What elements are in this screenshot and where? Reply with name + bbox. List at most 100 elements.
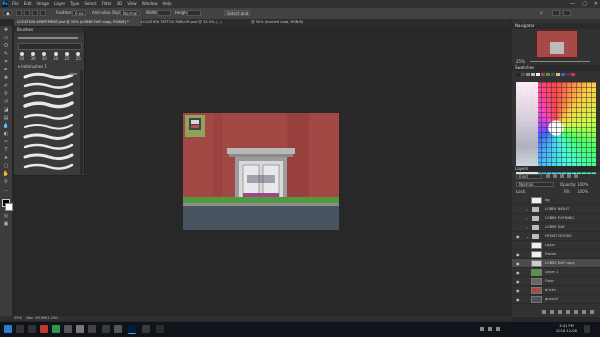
layer-row[interactable]: › LOBBY NIGHT	[512, 205, 600, 214]
share-icon[interactable]	[563, 10, 571, 16]
more-tools-icon[interactable]: …	[2, 187, 10, 194]
history-brush-tool-icon[interactable]: ↺	[2, 99, 10, 106]
quick-select-tool-icon[interactable]: ✎	[2, 51, 10, 58]
photoshop-taskbar-icon[interactable]	[128, 325, 136, 334]
document-canvas[interactable]	[183, 113, 339, 230]
visibility-toggle[interactable]	[516, 243, 521, 247]
menu-edit[interactable]: Edit	[24, 0, 32, 8]
lasso-tool-icon[interactable]: ʘ	[2, 43, 10, 50]
swatch-color-wheel[interactable]	[516, 82, 596, 174]
tool-preset-picker[interactable]: ⬢	[3, 10, 12, 16]
type-tool-icon[interactable]: T	[2, 147, 10, 154]
notifications-icon[interactable]	[584, 325, 590, 333]
layer-filter-select[interactable]: Kind	[516, 174, 542, 179]
eye-icon[interactable]: ◉	[516, 297, 521, 302]
expand-chevron-icon[interactable]: ›	[526, 207, 528, 212]
navigator-thumbnail[interactable]	[537, 31, 577, 57]
menu-type[interactable]: Type	[70, 0, 79, 8]
anti-alias-checkbox[interactable]: Anti-alias	[92, 10, 111, 16]
app-icon[interactable]	[52, 325, 60, 333]
layer-row[interactable]: ◉ Layer 1	[512, 268, 600, 277]
menu-window[interactable]: Window	[142, 0, 158, 8]
subtract-selection-icon[interactable]	[32, 10, 38, 16]
navigator-zoom-slider[interactable]	[530, 61, 590, 62]
move-tool-icon[interactable]: ✥	[2, 27, 10, 34]
trash-icon[interactable]	[590, 310, 594, 314]
intersect-selection-icon[interactable]	[40, 10, 46, 16]
add-mask-icon[interactable]	[558, 310, 562, 314]
smart-filter-icon[interactable]	[574, 174, 578, 178]
new-layer-icon[interactable]	[582, 310, 586, 314]
swatches-panel-title[interactable]: Swatches	[512, 65, 600, 71]
crop-tool-icon[interactable]: ⌗	[2, 59, 10, 66]
menu-image[interactable]: Image	[36, 0, 49, 8]
fill-input[interactable]: 100%	[576, 189, 590, 194]
tab-location-tattoo[interactable]: LOCATION TATTOO PARLOR.psd @ 33.3% (...)	[138, 19, 252, 26]
app-icon[interactable]	[102, 325, 110, 333]
visibility-toggle[interactable]	[516, 216, 521, 220]
expand-chevron-icon[interactable]: ›	[526, 225, 528, 230]
menu-3d[interactable]: 3D	[117, 0, 123, 8]
recent-brush[interactable]: 30	[42, 52, 47, 61]
recent-brush[interactable]: 25	[64, 52, 70, 61]
gradient-tool-icon[interactable]: ▤	[2, 115, 10, 122]
layer-row[interactable]: ◉ Floor	[512, 277, 600, 286]
marquee-tool-icon[interactable]: ▭	[2, 35, 10, 42]
search-icon[interactable]	[16, 325, 24, 333]
search-icon[interactable]: ⌕	[540, 10, 543, 16]
hand-tool-icon[interactable]: ✋	[2, 171, 10, 178]
tab-location-apartment[interactable]: LOCATION APARTMENT.psd @ 25% (LOBBY DAY …	[14, 19, 142, 26]
zoom-tool-icon[interactable]: ⚲	[2, 179, 10, 186]
stamp-tool-icon[interactable]: ⚲	[2, 91, 10, 98]
new-selection-icon[interactable]	[16, 10, 22, 16]
recent-brush[interactable]: 30	[19, 52, 24, 61]
recent-brush[interactable]: 30	[30, 52, 36, 61]
pen-tool-icon[interactable]: ✑	[2, 139, 10, 146]
clock[interactable]: 3:41 PM 2018-12-08	[556, 324, 577, 334]
app-icon[interactable]	[114, 325, 122, 333]
layer-row-selected[interactable]: ◉ LOBBY DAY copy	[512, 259, 600, 268]
menu-select[interactable]: Select	[84, 0, 96, 8]
type-filter-icon[interactable]	[560, 174, 564, 178]
blur-tool-icon[interactable]: 💧	[2, 123, 10, 130]
layer-row[interactable]: Layer	[512, 241, 600, 250]
windows-start-icon[interactable]	[4, 325, 12, 333]
dodge-tool-icon[interactable]: ◐	[2, 131, 10, 138]
navigator-panel-title[interactable]: Navigator	[512, 23, 600, 29]
adjustment-layer-icon[interactable]	[566, 310, 570, 314]
recent-brush[interactable]: 25	[76, 52, 81, 61]
path-select-tool-icon[interactable]: ➤	[2, 155, 10, 162]
layer-row[interactable]: ◉ ⌄ FRONT DOORS	[512, 232, 600, 241]
eye-icon[interactable]: ◉	[516, 261, 521, 266]
expand-chevron-icon[interactable]: ⌄	[526, 234, 529, 239]
brush-size-slider[interactable]	[18, 37, 78, 39]
layer-row[interactable]: ◉ Frame	[512, 250, 600, 259]
expand-chevron-icon[interactable]: ›	[526, 216, 528, 221]
app-icon[interactable]	[88, 325, 96, 333]
brush-strokes-list[interactable]	[22, 71, 76, 175]
layer-row[interactable]: ◉ ground	[512, 295, 600, 304]
minimize-button[interactable]: —	[570, 0, 575, 8]
layer-row[interactable]: bg	[512, 196, 600, 205]
eye-icon[interactable]: ◉	[516, 270, 521, 275]
layer-row[interactable]: › LOBBY DAY	[512, 223, 600, 232]
brush-tool-icon[interactable]: ✐	[2, 83, 10, 90]
menu-view[interactable]: View	[127, 0, 137, 8]
status-zoom[interactable]: 25%	[14, 316, 22, 320]
layer-style-icon[interactable]	[550, 310, 554, 314]
new-group-icon[interactable]	[574, 310, 578, 314]
eye-icon[interactable]: ◉	[516, 288, 521, 293]
network-icon[interactable]	[480, 327, 484, 331]
menu-file[interactable]: File	[12, 0, 19, 8]
eraser-tool-icon[interactable]: ◪	[2, 107, 10, 114]
recent-swatches[interactable]	[516, 73, 596, 81]
healing-tool-icon[interactable]: ✚	[2, 75, 10, 82]
shape-filter-icon[interactable]	[567, 174, 571, 178]
menu-layer[interactable]: Layer	[54, 0, 65, 8]
link-layers-icon[interactable]	[542, 310, 546, 314]
workspace-icon[interactable]	[552, 10, 560, 16]
background-color-swatch[interactable]	[5, 203, 13, 211]
blend-mode-select[interactable]: Normal	[516, 182, 554, 187]
eyedropper-tool-icon[interactable]: ✒	[2, 67, 10, 74]
recent-brush[interactable]: 30	[53, 52, 58, 61]
